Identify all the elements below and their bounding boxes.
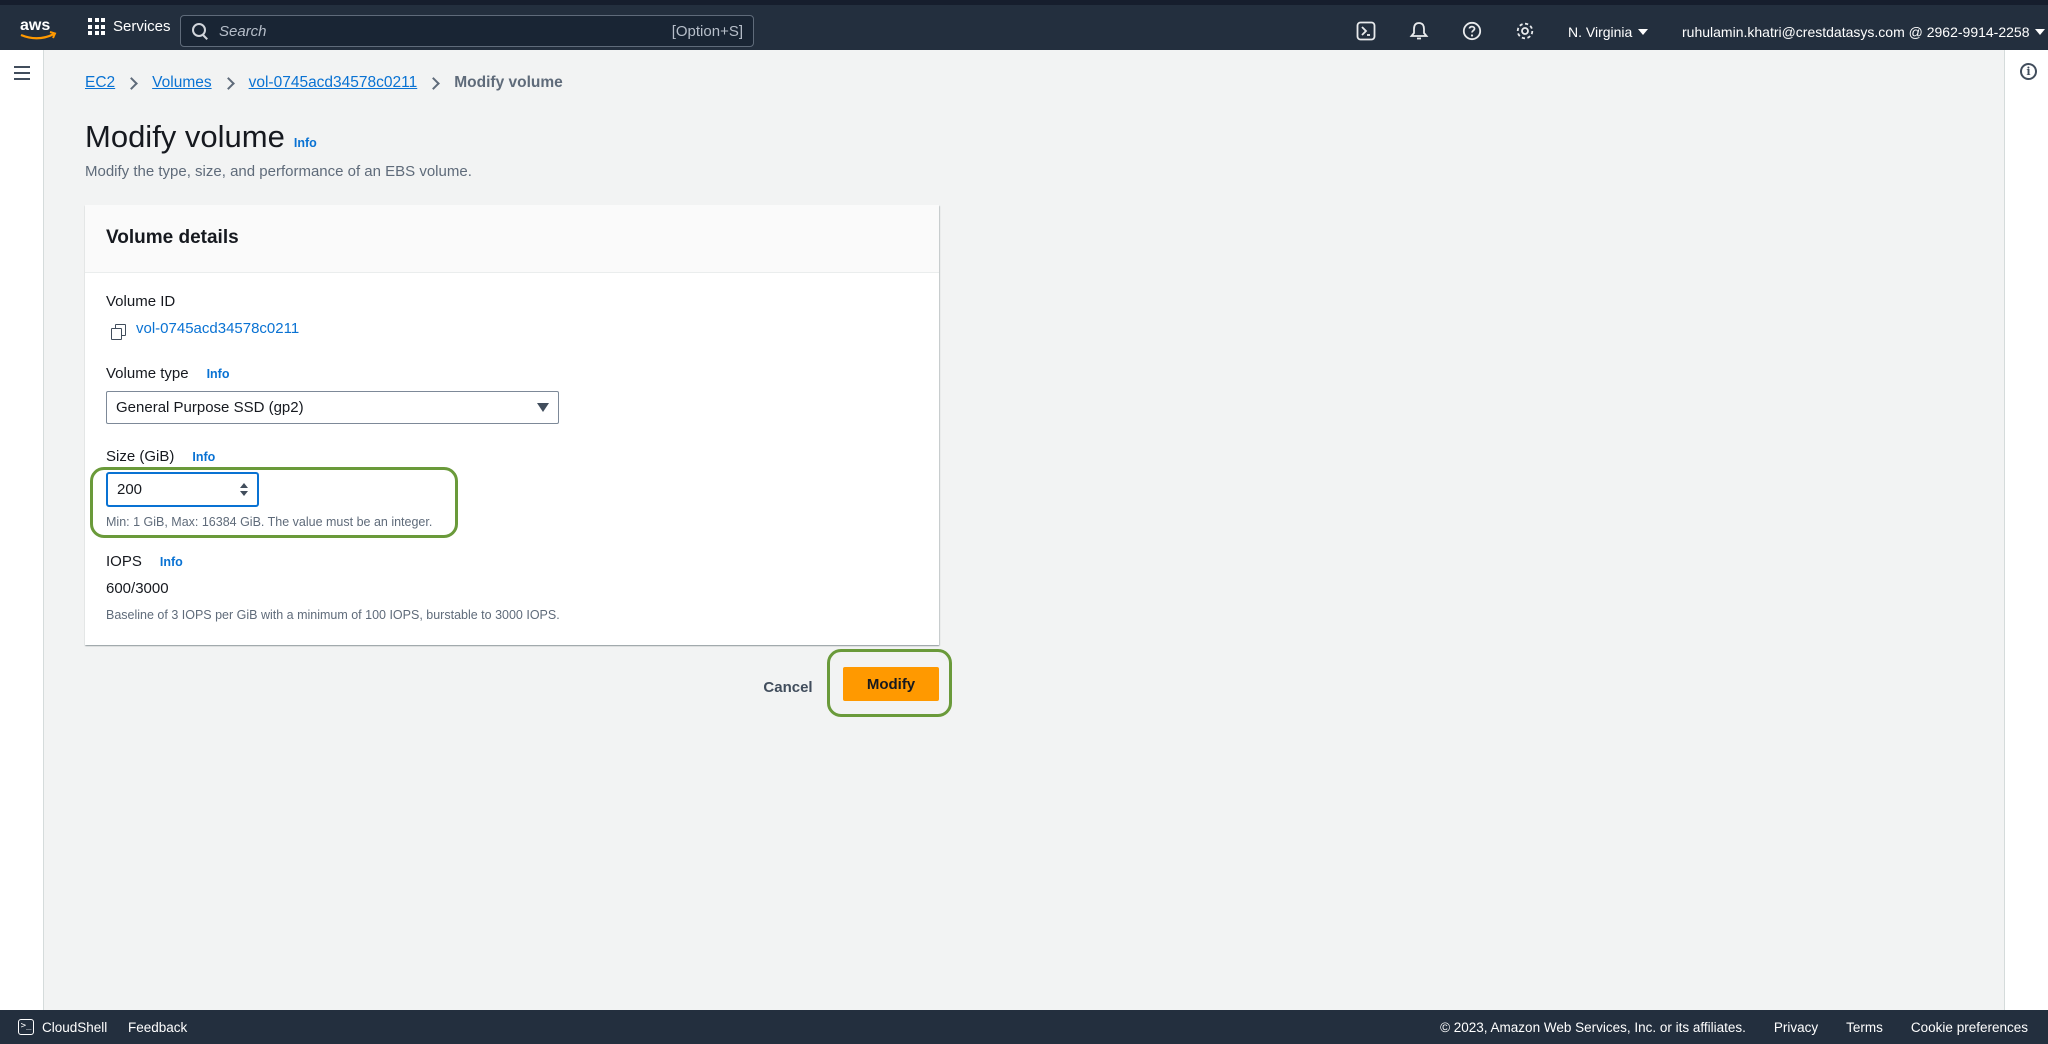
volume-type-select[interactable]: General Purpose SSD (gp2): [106, 391, 559, 424]
help-icon[interactable]: [1462, 21, 1482, 41]
page-title: Modify volume Info: [85, 119, 317, 155]
page-description: Modify the type, size, and performance o…: [85, 163, 472, 180]
cloudshell-button[interactable]: >_ CloudShell: [18, 1019, 107, 1035]
breadcrumb-ec2[interactable]: EC2: [85, 74, 115, 92]
cancel-button[interactable]: Cancel: [750, 670, 826, 704]
gear-icon[interactable]: [1515, 21, 1535, 41]
footer-links: © 2023, Amazon Web Services, Inc. or its…: [1440, 1020, 2028, 1035]
cloudshell-icon: >_: [18, 1019, 34, 1035]
modify-button[interactable]: Modify: [843, 667, 939, 701]
info-circle-icon[interactable]: i: [2020, 63, 2037, 80]
iops-info-link[interactable]: Info: [160, 555, 183, 569]
stepper-icon[interactable]: [240, 483, 248, 496]
cloudshell-icon[interactable]: [1356, 21, 1376, 41]
chevron-right-icon: [427, 76, 441, 90]
breadcrumb-volume-id[interactable]: vol-0745acd34578c0211: [249, 74, 418, 92]
panel-header: Volume details: [85, 205, 939, 273]
region-label: N. Virginia: [1568, 24, 1633, 40]
aws-logo[interactable]: aws: [18, 14, 58, 44]
breadcrumb: EC2 Volumes vol-0745acd34578c0211 Modify…: [85, 74, 563, 92]
size-info-link[interactable]: Info: [192, 450, 215, 464]
footer: >_ CloudShell Feedback © 2023, Amazon We…: [0, 1010, 2048, 1044]
volume-id-label: Volume ID: [106, 293, 176, 310]
bell-icon[interactable]: [1409, 21, 1429, 41]
iops-value: 600/3000: [106, 580, 169, 597]
iops-label: IOPS Info: [106, 553, 183, 570]
region-selector[interactable]: N. Virginia: [1568, 24, 1649, 40]
iops-hint: Baseline of 3 IOPS per GiB with a minimu…: [106, 608, 560, 622]
size-hint: Min: 1 GiB, Max: 16384 GiB. The value mu…: [106, 515, 433, 529]
size-label: Size (GiB) Info: [106, 448, 216, 465]
cookie-preferences-link[interactable]: Cookie preferences: [1911, 1020, 2028, 1035]
hamburger-icon[interactable]: [14, 66, 30, 80]
copy-icon[interactable]: [111, 323, 127, 340]
services-label: Services: [113, 18, 171, 35]
chevron-down-icon: [2035, 29, 2046, 35]
search-shortcut: [Option+S]: [671, 22, 743, 40]
chevron-right-icon: [221, 76, 235, 90]
terms-link[interactable]: Terms: [1846, 1020, 1883, 1035]
volume-type-info-link[interactable]: Info: [207, 367, 230, 381]
privacy-link[interactable]: Privacy: [1774, 1020, 1818, 1035]
size-field[interactable]: [106, 472, 259, 507]
volume-type-label: Volume type Info: [106, 365, 230, 382]
search-bar[interactable]: [Option+S]: [180, 15, 754, 47]
account-menu[interactable]: ruhulamin.khatri@crestdatasys.com @ 2962…: [1682, 24, 2046, 40]
copyright-text: © 2023, Amazon Web Services, Inc. or its…: [1440, 1019, 1746, 1035]
account-label: ruhulamin.khatri@crestdatasys.com @ 2962…: [1682, 24, 2030, 40]
caret-down-icon: [537, 403, 549, 412]
services-menu[interactable]: Services: [88, 18, 171, 35]
apps-grid-icon: [88, 18, 105, 35]
size-input[interactable]: [117, 481, 227, 498]
volume-id-link[interactable]: vol-0745acd34578c0211: [136, 320, 299, 337]
page-info-link[interactable]: Info: [294, 136, 317, 150]
feedback-link[interactable]: Feedback: [128, 1020, 187, 1035]
left-rail: [0, 50, 44, 1010]
search-input[interactable]: [219, 22, 672, 40]
svg-text:aws: aws: [20, 17, 50, 34]
page-title-text: Modify volume: [85, 119, 285, 154]
top-navigation: aws Services [Option+S] N. Virginia ruhu…: [0, 0, 2048, 50]
search-icon: [191, 22, 209, 40]
breadcrumb-current: Modify volume: [454, 74, 563, 91]
right-rail: i: [2004, 50, 2048, 1010]
breadcrumb-volumes[interactable]: Volumes: [152, 74, 211, 92]
chevron-right-icon: [125, 76, 139, 90]
volume-details-panel: Volume details Volume ID vol-0745acd3457…: [85, 205, 939, 645]
volume-type-value: General Purpose SSD (gp2): [116, 399, 304, 416]
chevron-down-icon: [1638, 29, 1649, 35]
cloudshell-label: CloudShell: [42, 1019, 108, 1035]
